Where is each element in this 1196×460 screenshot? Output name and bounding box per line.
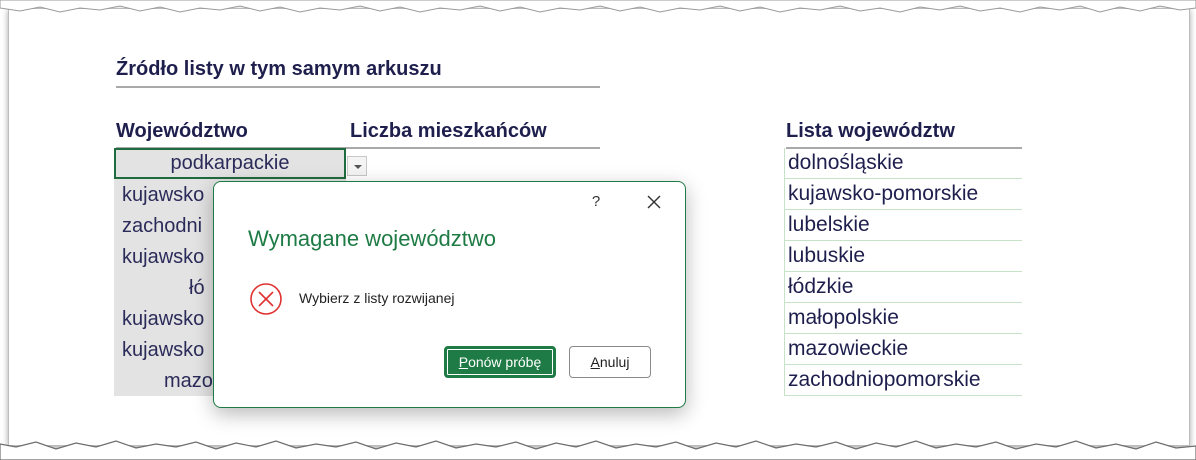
wojewodztwa-list: dolnośląskie kujawsko-pomorskie lubelski…	[784, 148, 1022, 396]
list-item: lubuskie	[784, 241, 1022, 272]
list-item: mazowieckie	[784, 334, 1022, 365]
header-lista-wojewodztw: Lista województw	[786, 120, 1022, 149]
list-item: lubelskie	[784, 210, 1022, 241]
header-wojewodztwo: Województwo	[116, 120, 346, 149]
list-item: łódzkie	[784, 272, 1022, 303]
active-cell[interactable]: podkarpackie	[114, 148, 346, 179]
list-item: małopolskie	[784, 303, 1022, 334]
cancel-button[interactable]: Anuluj	[569, 346, 651, 378]
dropdown-arrow-icon[interactable]	[347, 156, 367, 176]
list-item: dolnośląskie	[784, 148, 1022, 179]
help-button[interactable]: ?	[586, 192, 606, 212]
header-liczba-mieszkancow: Liczba mieszkańców	[346, 120, 600, 149]
list-item: kujawsko-pomorskie	[784, 179, 1022, 210]
cancel-label: nuluj	[599, 354, 630, 370]
error-icon	[249, 282, 283, 316]
retry-label: onów próbę	[468, 354, 542, 370]
section-title: Źródło listy w tym samym arkuszu	[116, 58, 600, 88]
dialog-message: Wybierz z listy rozwijanej	[299, 290, 455, 306]
validation-error-dialog: ? Wymagane województwo Wybierz z listy r…	[213, 181, 686, 408]
list-item: zachodniopomorskie	[784, 365, 1022, 396]
close-icon[interactable]	[642, 190, 666, 214]
retry-mnemonic: P	[458, 354, 469, 370]
retry-button[interactable]: Ponów próbę	[444, 346, 556, 378]
dialog-title: Wymagane województwo	[248, 226, 497, 251]
cancel-mnemonic: A	[590, 354, 600, 370]
